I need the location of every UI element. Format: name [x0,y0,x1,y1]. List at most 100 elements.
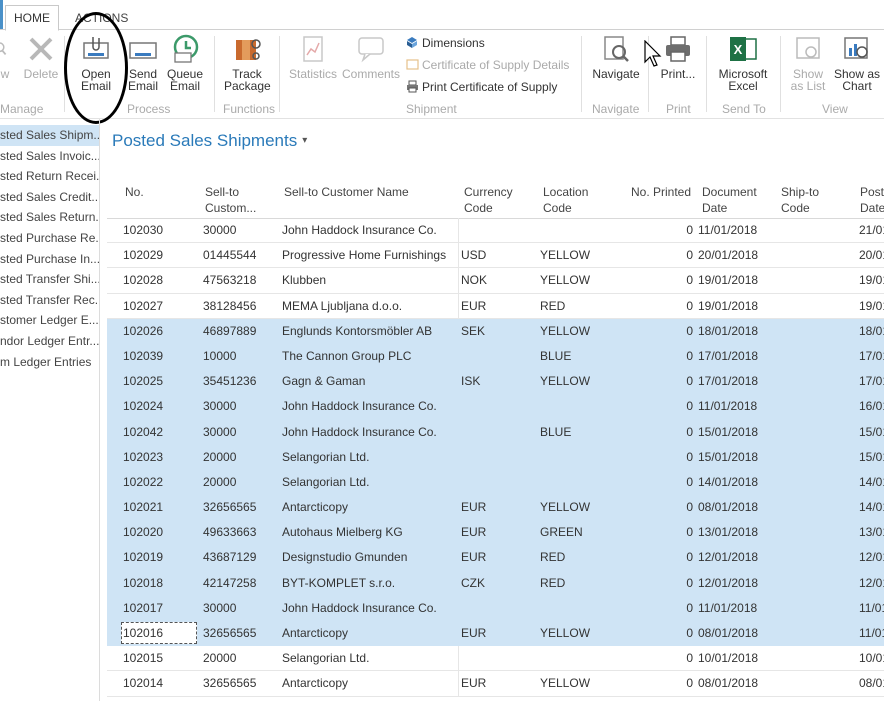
column-header-ship-to[interactable]: Ship-to Code [781,184,819,216]
print-button[interactable]: Print... [658,34,698,80]
cell-doc: 11/01/2018 [698,223,758,237]
cell-no[interactable]: 102028 [123,268,163,292]
show-as-list-button[interactable]: Show as List [788,34,828,92]
cell-no[interactable]: 102015 [123,646,163,670]
table-row[interactable]: 102023 20000 Selangorian Ltd. 0 15/01/2018 15… [107,444,884,470]
cell-no[interactable]: 102030 [123,218,163,242]
cell-doc: 14/01/2018 [698,474,759,489]
statistics-button[interactable]: Statistics [288,34,338,80]
page-title[interactable]: Posted Sales Shipments ▾ [112,131,307,151]
comments-button[interactable]: Comments [341,34,401,80]
column-divider [458,318,459,343]
cell-no[interactable]: 102027 [123,294,163,318]
show-as-list-label-2: as List [790,79,826,93]
table-row[interactable]: 102016 32656565 Antarcticopy EUR YELLOW 0 08/0… [107,621,884,647]
cell-doc: 13/01/2018 [698,525,759,540]
table-row[interactable]: 102018 42147258 BYT-KOMPLET s.r.o. CZK RED 0 1… [107,570,884,596]
table-row[interactable]: 102030 30000 John Haddock Insurance Co. 0 11… [107,218,884,244]
sidebar-item[interactable]: sted Purchase In... [0,249,99,270]
cell-doc: 08/01/2018 [698,500,759,515]
show-as-chart-button[interactable]: Show as Chart [832,34,882,92]
table-row[interactable]: 102014 32656565 Antarcticopy EUR YELLOW 0 08/0… [107,671,884,697]
cell-name: John Haddock Insurance Co. [282,424,437,439]
sidebar-item[interactable]: sted Transfer Rec... [0,290,99,311]
cell-cur: USD [461,248,487,263]
cell-no[interactable]: 102022 [123,470,163,494]
table-row[interactable]: 102019 43687129 Designstudio Gmunden EUR RED… [107,545,884,571]
tab-home[interactable]: HOME [5,5,59,31]
sidebar-item[interactable]: sted Return Recei... [0,166,99,187]
column-header-customer-name[interactable]: Sell-to Customer Name [284,184,409,200]
column-header-currency[interactable]: Currency Code [464,184,513,216]
delete-button[interactable]: Delete [22,34,60,80]
ribbon-tabs: HOME ACTIONS [0,0,884,31]
sidebar-item[interactable]: sted Sales Return... [0,207,99,228]
cell-no[interactable]: 102017 [123,596,163,620]
view-button[interactable]: w [0,34,14,80]
sidebar-item[interactable]: sted Sales Invoic... [0,146,99,167]
navigate-icon [604,36,629,62]
sidebar-item[interactable]: sted Sales Credit... [0,187,99,208]
cell-loc: YELLOW [540,248,591,263]
table-row[interactable]: 102042 30000 John Haddock Insurance Co. BLU… [107,419,884,445]
chevron-down-icon[interactable]: ▾ [302,135,307,146]
table-row[interactable]: 102025 35451236 Gagn & Gaman ISK YELLOW 0 17/0… [107,369,884,395]
column-header-no-printed[interactable]: No. Printed [631,184,691,200]
print-label: Print... [660,67,696,81]
table-row[interactable]: 102021 32656565 Antarcticopy EUR YELLOW 0 08/0… [107,495,884,521]
table-row[interactable]: 102022 20000 Selangorian Ltd. 0 14/01/2018 14… [107,469,884,496]
table-row[interactable]: 102015 20000 Selangorian Ltd. 0 10/01/2018 10… [107,646,884,672]
sidebar-item[interactable]: sted Purchase Re... [0,228,99,249]
sidebar-item[interactable]: sted Sales Shipm... [0,125,99,146]
certificate-details-button[interactable]: Certificate of Supply Details [406,58,569,72]
sidebar-item[interactable]: stomer Ledger E... [0,310,99,331]
table-row[interactable]: 102017 30000 John Haddock Insurance Co. 0 11… [107,595,884,621]
cell-no[interactable]: 102019 [123,545,163,569]
microsoft-excel-button[interactable]: X Microsoft Excel [714,34,772,92]
cell-post: 19/01 [859,298,884,313]
group-label-print: Print [666,102,691,116]
cell-no[interactable]: 102023 [123,445,163,469]
cell-no[interactable]: 102042 [123,420,163,444]
cell-printed: 0 [686,626,693,640]
cell-post: 14/01 [859,474,884,489]
page-title-text: Posted Sales Shipments [112,131,298,150]
column-header-location[interactable]: Location Code [543,184,588,216]
column-header-posting-date[interactable]: Post Date [860,184,884,216]
table-row[interactable]: 102020 49633663 Autohaus Mielberg KG EUR GRE… [107,520,884,546]
cell-no[interactable]: 102026 [123,319,163,343]
table-row[interactable]: 102024 30000 John Haddock Insurance Co. 0 11… [107,394,884,420]
cell-printed: 0 [686,575,693,590]
cell-no[interactable]: 102025 [123,369,163,393]
cell-no[interactable]: 102029 [123,243,163,267]
print-certificate-button[interactable]: Print Certificate of Supply [406,80,557,94]
cell-no[interactable]: 102039 [123,344,163,368]
table-row[interactable]: 102039 10000 The Cannon Group PLC BLUE 0 17/0… [107,343,884,370]
cell-no[interactable]: 102024 [123,394,163,418]
cell-cust: 32656565 [203,500,257,515]
send-email-button[interactable]: Send Email [126,34,160,92]
column-header-sell-to-customer[interactable]: Sell-to Custom... [205,184,256,216]
cell-doc: 19/01/2018 [698,273,759,288]
cell-post: 15/01 [859,449,884,464]
cell-no[interactable]: 102014 [123,671,163,695]
table-row[interactable]: 102026 46897889 Englunds Kontorsmöbler AB S… [107,318,884,344]
navigate-button[interactable]: Navigate [590,34,642,80]
group-separator [279,36,280,112]
column-header-no[interactable]: No. [125,184,144,200]
cell-no[interactable]: 102021 [123,495,163,519]
table-row[interactable]: 102029 01445544 Progressive Home Furnishin… [107,243,884,269]
table-row[interactable]: 102028 47563218 Klubben NOK YELLOW 0 19/01/201… [107,268,884,294]
cell-no[interactable]: 102020 [123,520,163,544]
table-row[interactable]: 102027 38128456 MEMA Ljubljana d.o.o. EUR RE… [107,293,884,319]
column-header-document-date[interactable]: Document Date [702,184,757,216]
sidebar-item[interactable]: sted Transfer Shi... [0,269,99,290]
dimensions-button[interactable]: Dimensions [406,36,485,50]
track-package-button[interactable]: Track Package [224,34,271,92]
cell-no[interactable]: 102018 [123,571,163,595]
sidebar-item[interactable]: ndor Ledger Entr... [0,331,99,352]
delete-label: Delete [23,67,59,81]
sidebar-item[interactable]: m Ledger Entries [0,352,99,373]
cell-no[interactable]: 102016 [123,621,163,645]
queue-email-button[interactable]: Queue Email [164,34,206,92]
